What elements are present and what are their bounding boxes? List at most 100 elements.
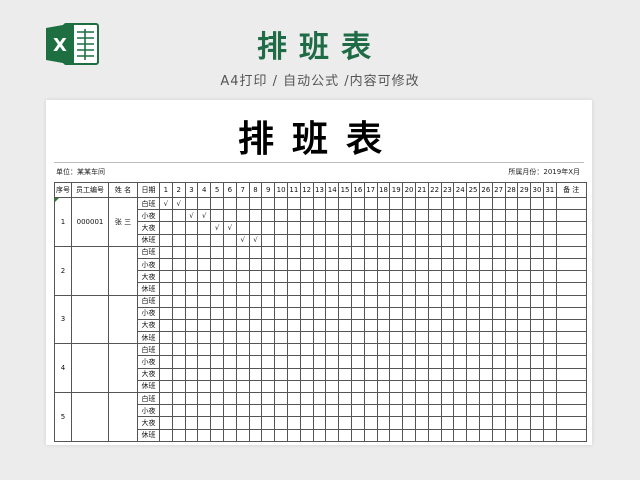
day-cell[interactable] — [363, 331, 378, 345]
day-cell[interactable] — [222, 343, 237, 357]
day-cell[interactable] — [363, 343, 378, 357]
day-cell[interactable] — [542, 196, 557, 211]
day-cell[interactable] — [427, 318, 442, 333]
day-cell[interactable] — [235, 282, 250, 296]
day-cell[interactable] — [440, 391, 455, 406]
day-cell[interactable] — [530, 331, 544, 345]
day-cell[interactable] — [159, 306, 173, 320]
day-cell[interactable] — [427, 331, 442, 345]
day-cell[interactable] — [402, 367, 416, 381]
day-cell[interactable] — [312, 233, 327, 247]
day-cell[interactable] — [299, 355, 314, 369]
remark-cell[interactable] — [555, 343, 587, 357]
day-cell[interactable] — [376, 428, 391, 442]
day-cell[interactable] — [312, 221, 327, 235]
day-cell[interactable] — [338, 209, 352, 223]
day-cell[interactable] — [210, 404, 224, 418]
day-cell[interactable] — [491, 343, 506, 357]
day-cell[interactable] — [504, 367, 519, 381]
day-cell[interactable] — [517, 428, 532, 442]
header-day[interactable]: 27 — [491, 182, 506, 198]
day-cell[interactable] — [517, 416, 532, 430]
day-cell[interactable] — [210, 355, 224, 369]
day-cell[interactable] — [197, 331, 212, 345]
header-day[interactable]: 28 — [504, 182, 519, 198]
day-cell[interactable] — [171, 306, 186, 320]
remark-cell[interactable] — [555, 270, 587, 284]
day-cell[interactable] — [414, 331, 429, 345]
day-cell[interactable] — [376, 245, 391, 259]
day-cell[interactable] — [466, 391, 480, 406]
day-cell[interactable] — [504, 318, 519, 333]
shift-type-cell[interactable]: 大夜 — [137, 270, 160, 284]
day-cell[interactable] — [530, 209, 544, 223]
day-cell[interactable] — [274, 331, 288, 345]
day-cell[interactable] — [338, 355, 352, 369]
remark-cell[interactable] — [555, 404, 587, 418]
day-cell[interactable] — [184, 379, 199, 394]
day-cell[interactable] — [338, 343, 352, 357]
day-cell[interactable] — [530, 245, 544, 259]
shift-type-cell[interactable]: 白班 — [137, 391, 160, 406]
header-day[interactable]: 9 — [261, 182, 276, 198]
day-cell[interactable] — [248, 367, 263, 381]
day-cell[interactable] — [274, 428, 288, 442]
day-cell[interactable] — [363, 391, 378, 406]
day-cell[interactable] — [478, 233, 493, 247]
day-cell[interactable] — [248, 391, 263, 406]
day-cell[interactable] — [389, 404, 404, 418]
day-cell[interactable] — [159, 233, 173, 247]
day-cell[interactable] — [542, 343, 557, 357]
day-cell[interactable] — [350, 196, 365, 211]
day-cell[interactable] — [491, 331, 506, 345]
day-cell[interactable] — [184, 294, 199, 308]
day-cell[interactable] — [376, 331, 391, 345]
day-cell[interactable] — [210, 343, 224, 357]
remark-cell[interactable] — [555, 257, 587, 272]
day-cell[interactable] — [197, 233, 212, 247]
day-cell[interactable] — [312, 379, 327, 394]
day-cell[interactable] — [159, 367, 173, 381]
header-seq[interactable]: 序号 — [54, 182, 72, 198]
header-day[interactable]: 10 — [274, 182, 288, 198]
day-cell[interactable] — [453, 294, 468, 308]
day-cell[interactable] — [491, 282, 506, 296]
day-cell[interactable] — [402, 404, 416, 418]
shift-type-cell[interactable]: 大夜 — [137, 318, 160, 333]
day-cell[interactable] — [338, 367, 352, 381]
day-cell[interactable] — [312, 196, 327, 211]
shift-type-cell[interactable]: 休班 — [137, 428, 160, 442]
day-cell[interactable] — [414, 233, 429, 247]
day-cell[interactable] — [286, 209, 301, 223]
day-cell[interactable] — [530, 196, 544, 211]
day-cell[interactable] — [376, 306, 391, 320]
day-cell[interactable] — [299, 318, 314, 333]
day-cell[interactable] — [210, 416, 224, 430]
day-cell[interactable] — [197, 306, 212, 320]
emp-id-cell[interactable]: 000001 — [71, 197, 109, 247]
day-cell[interactable] — [466, 343, 480, 357]
day-cell[interactable] — [261, 367, 276, 381]
day-cell[interactable] — [222, 367, 237, 381]
day-cell[interactable] — [274, 257, 288, 272]
day-cell[interactable] — [517, 367, 532, 381]
day-cell[interactable] — [542, 391, 557, 406]
day-cell[interactable] — [478, 331, 493, 345]
day-cell[interactable] — [286, 416, 301, 430]
day-cell[interactable] — [248, 282, 263, 296]
shift-type-cell[interactable]: 小夜 — [137, 306, 160, 320]
day-cell[interactable] — [261, 209, 276, 223]
remark-cell[interactable] — [555, 331, 587, 345]
day-cell[interactable] — [363, 257, 378, 272]
day-cell[interactable] — [504, 343, 519, 357]
day-cell[interactable] — [478, 416, 493, 430]
day-cell[interactable] — [261, 331, 276, 345]
day-cell[interactable] — [286, 367, 301, 381]
header-emp-id[interactable]: 员工编号 — [71, 182, 109, 198]
day-cell[interactable] — [299, 343, 314, 357]
day-cell[interactable] — [350, 428, 365, 442]
day-cell[interactable] — [159, 416, 173, 430]
day-cell[interactable] — [491, 270, 506, 284]
day-cell[interactable] — [286, 391, 301, 406]
day-cell[interactable] — [440, 294, 455, 308]
